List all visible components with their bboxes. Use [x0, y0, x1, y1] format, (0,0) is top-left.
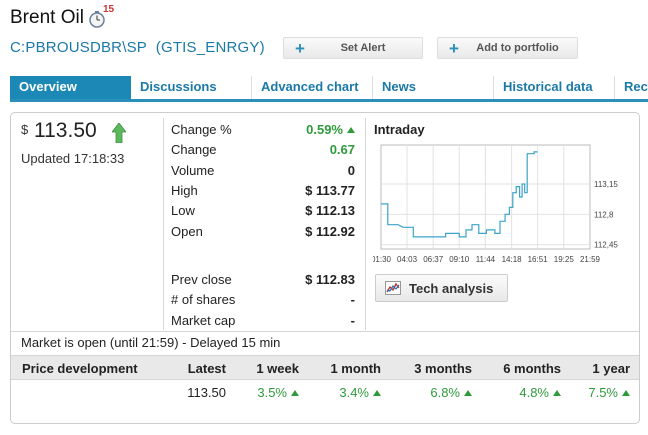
up-arrow-icon — [112, 123, 126, 143]
stat-label: Change — [171, 142, 217, 157]
up-triangle-icon — [347, 127, 355, 133]
stat-label: High — [171, 183, 198, 198]
stat-value-open: $ 112.92 — [305, 224, 355, 239]
intraday-chart[interactable]: 113,15 112,8 112,45 01:30 04:03 06:37 09:10 11:… — [373, 139, 643, 267]
x-tick-label: 06:37 — [423, 255, 444, 264]
stat-value-low: $ 112.13 — [305, 203, 355, 218]
updated-time: Updated 17:18:33 — [21, 151, 125, 166]
intraday-title: Intraday — [374, 122, 425, 137]
stat-label: Prev close — [171, 272, 232, 287]
performance-cell: 3.4% — [339, 385, 381, 400]
column-header: 1 week — [256, 361, 299, 376]
stat-label: Open — [171, 224, 203, 239]
tab-news[interactable]: News — [373, 76, 494, 99]
add-to-portfolio-label: Add to portfolio — [476, 42, 559, 54]
x-tick-label: 19:25 — [554, 255, 575, 264]
chart-line-icon — [385, 281, 401, 295]
performance-cell: 3.5% — [257, 385, 299, 400]
page-title: Brent Oil — [10, 7, 84, 28]
up-triangle-icon — [553, 390, 561, 396]
performance-cell: 7.5% — [588, 385, 630, 400]
market-status: Market is open (until 21:59) - Delayed 1… — [21, 335, 281, 350]
tab-overview[interactable]: Overview — [10, 76, 131, 99]
symbol-line: C:PBROUSDBR\SP (GTIS_ENRGY) — [10, 39, 265, 56]
x-tick-label: 14:18 — [502, 255, 523, 264]
y-tick-label: 112,8 — [594, 210, 614, 219]
column-header: 1 month — [330, 361, 381, 376]
x-tick-label: 21:59 — [580, 255, 601, 264]
column-header: 1 year — [592, 361, 630, 376]
x-tick-label: 11:44 — [476, 255, 496, 264]
tech-analysis-label: Tech analysis — [409, 280, 494, 296]
x-tick-label: 01:30 — [373, 255, 392, 264]
x-tick-label: 09:10 — [449, 255, 470, 264]
add-to-portfolio-button[interactable]: + Add to portfolio — [437, 37, 578, 59]
y-tick-label: 113,15 — [594, 180, 618, 189]
performance-cell: 4.8% — [519, 385, 561, 400]
plus-icon: + — [295, 38, 305, 58]
column-header: 3 months — [414, 361, 472, 376]
divider — [365, 118, 366, 330]
stat-label: Volume — [171, 163, 215, 178]
plus-icon: + — [449, 38, 459, 58]
tab-recommendations[interactable]: Rec — [615, 76, 648, 99]
stat-value-change-percent: 0.59% — [306, 122, 355, 137]
set-alert-label: Set Alert — [340, 42, 386, 54]
x-tick-label: 04:03 — [397, 255, 418, 264]
up-triangle-icon — [622, 390, 630, 396]
stat-value-change: 0.67 — [329, 142, 355, 157]
currency-symbol: $ — [21, 122, 29, 137]
column-header: Price development — [22, 361, 138, 376]
stat-value-volume: 0 — [347, 163, 355, 178]
up-triangle-icon — [464, 390, 472, 396]
symbol-code[interactable]: C:PBROUSDBR\SP — [10, 39, 147, 56]
performance-cell: 6.8% — [430, 385, 472, 400]
stat-value-prev-close: $ 112.83 — [305, 272, 355, 287]
symbol-name: (GTIS_ENRGY) — [155, 39, 265, 56]
delay-badge: 15 — [103, 4, 115, 15]
stat-label: Market cap — [171, 313, 236, 328]
stat-value-high: $ 113.77 — [305, 183, 355, 198]
stat-value-market-cap: - — [350, 313, 355, 328]
divider — [163, 118, 164, 330]
divider — [11, 331, 639, 332]
stat-label: Change % — [171, 122, 232, 137]
tab-historical-data[interactable]: Historical data — [494, 76, 615, 99]
x-tick-label: 16:51 — [528, 255, 549, 264]
up-triangle-icon — [291, 390, 299, 396]
up-triangle-icon — [373, 390, 381, 396]
tab-bar: Overview Discussions Advanced chart News… — [10, 76, 648, 102]
tab-advanced-chart[interactable]: Advanced chart — [252, 76, 373, 99]
tech-analysis-button[interactable]: Tech analysis — [375, 274, 508, 302]
tab-discussions[interactable]: Discussions — [131, 76, 252, 99]
column-header: 6 months — [503, 361, 561, 376]
performance-latest: 113.50 — [187, 385, 226, 400]
last-price: 113.50 — [34, 119, 97, 142]
set-alert-button[interactable]: + Set Alert — [283, 37, 423, 59]
stat-value-shares: - — [350, 292, 355, 307]
y-tick-label: 112,45 — [594, 241, 618, 250]
stat-label: Low — [171, 203, 195, 218]
column-header: Latest — [187, 361, 226, 376]
stat-label: # of shares — [171, 292, 236, 307]
